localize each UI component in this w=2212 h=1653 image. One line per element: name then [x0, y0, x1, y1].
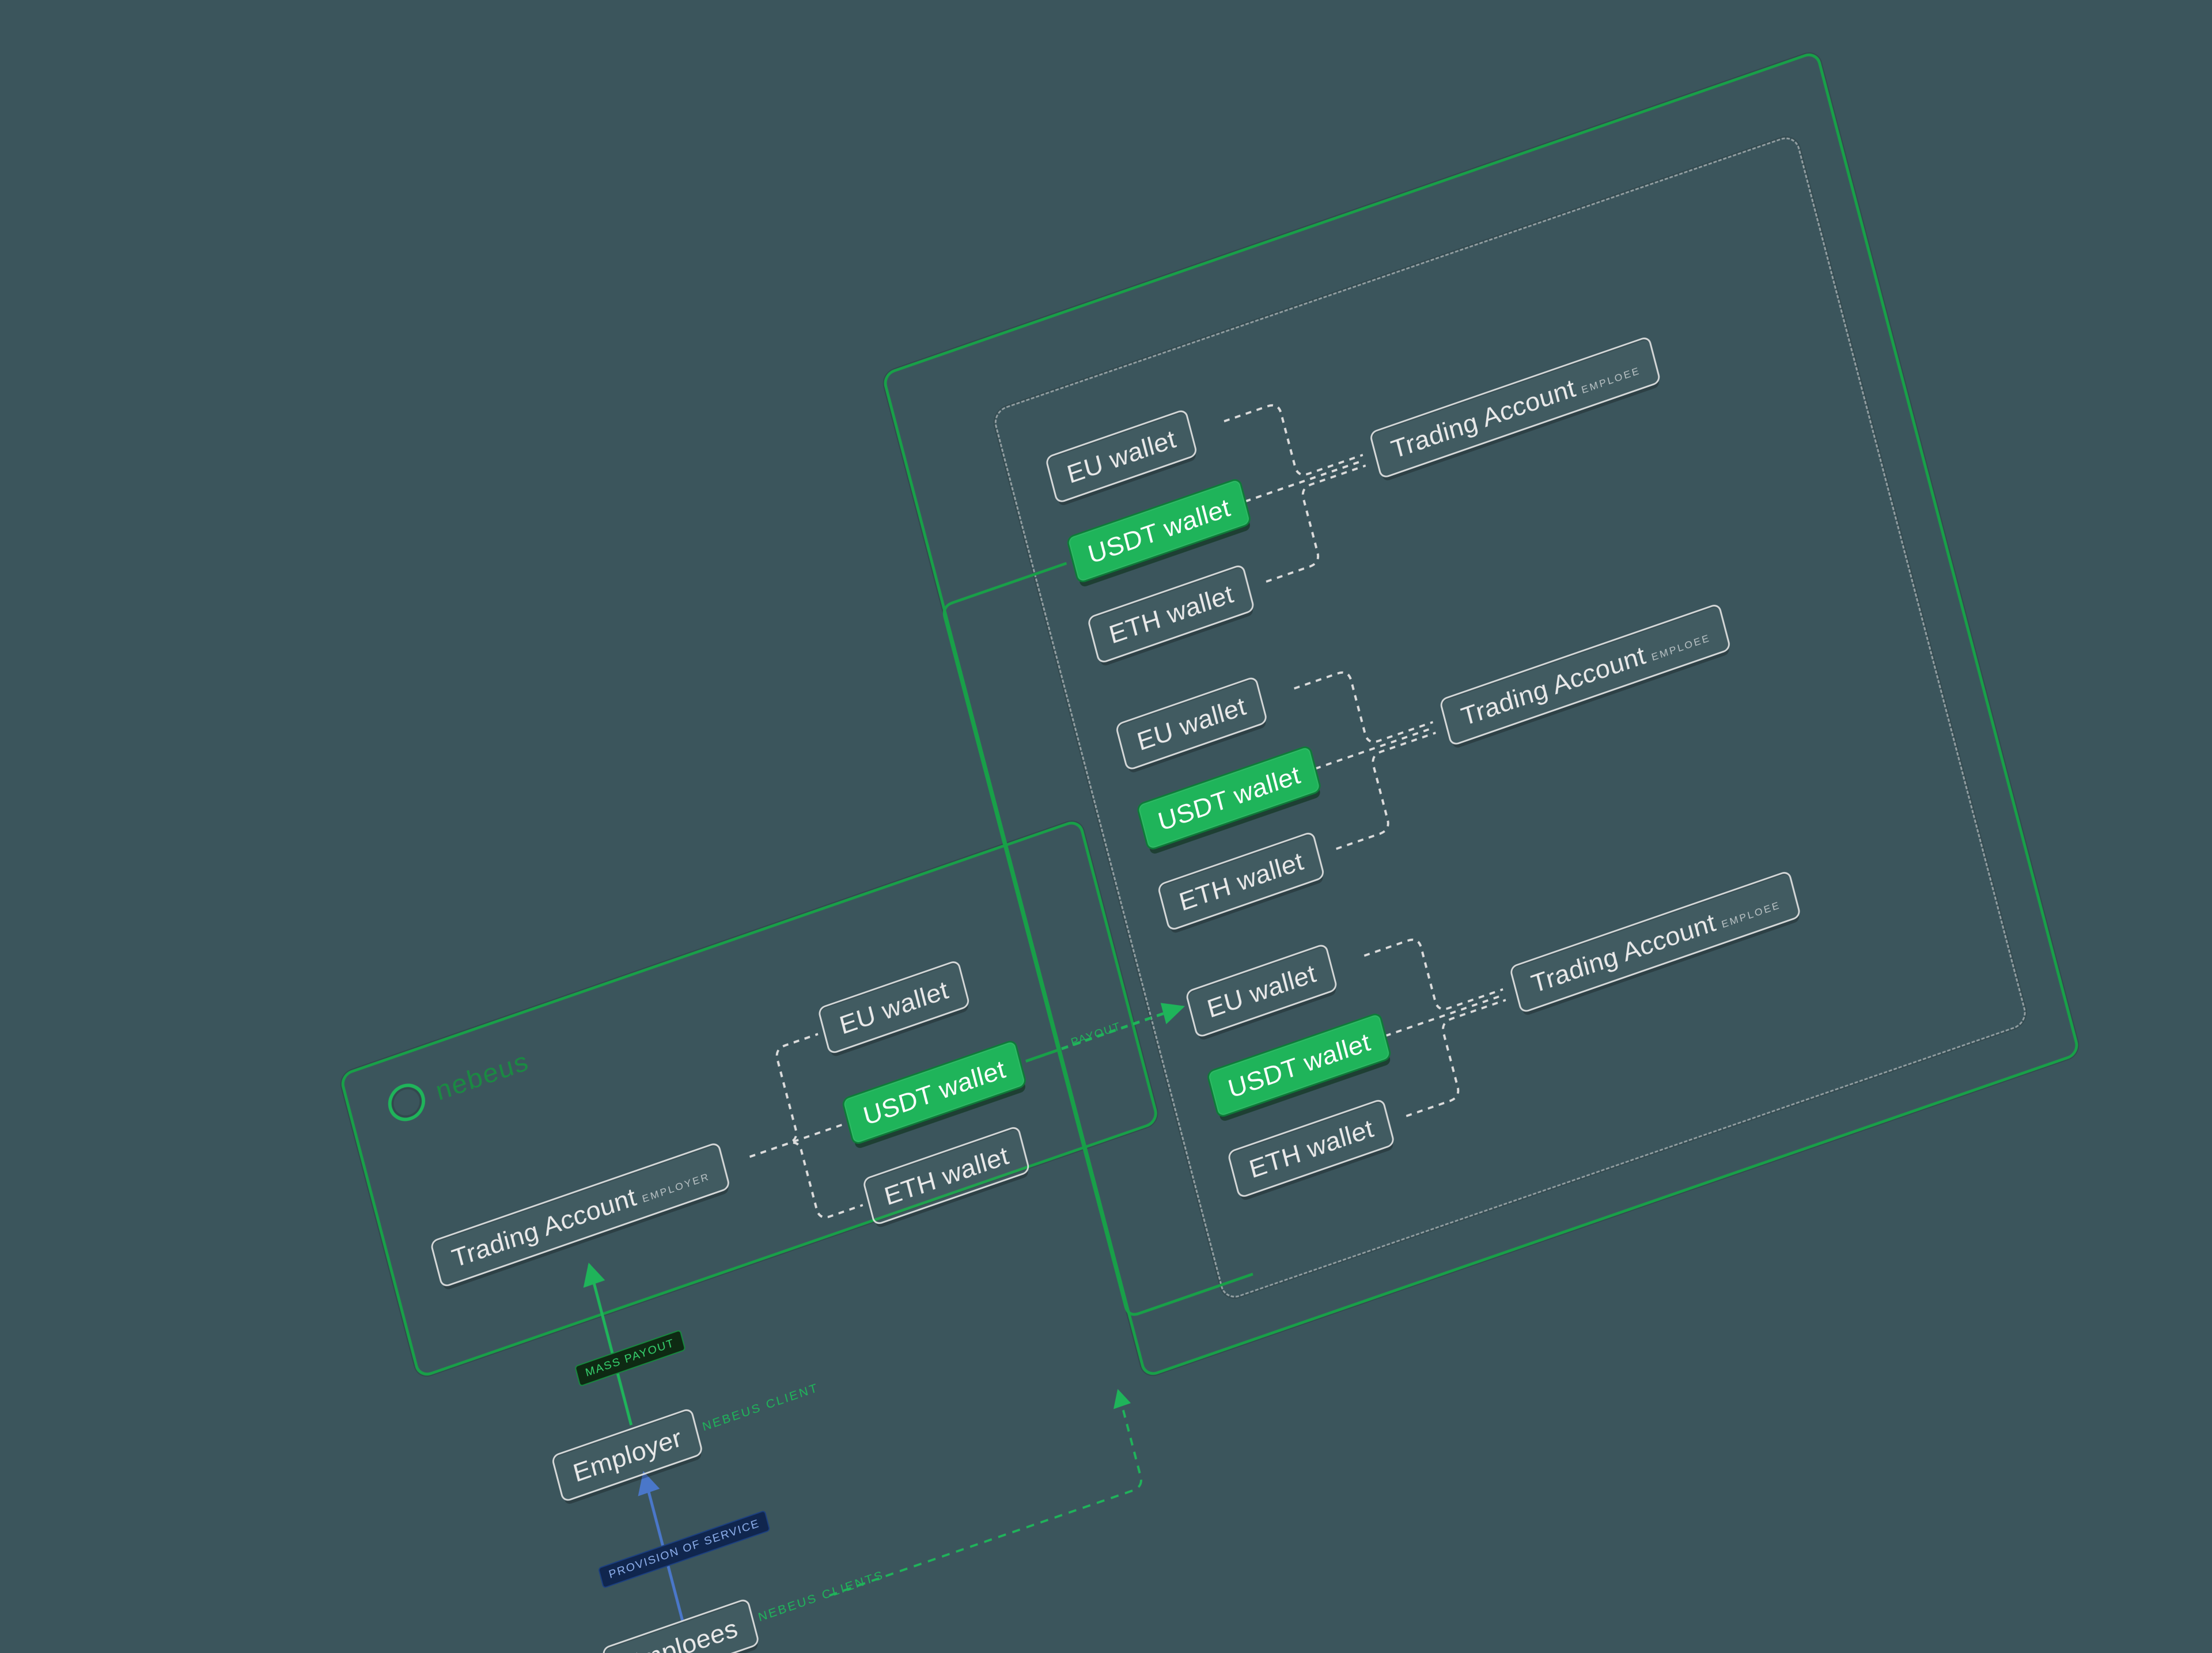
node-sub: EMPLOEE: [1650, 632, 1712, 664]
node-label: ETH wallet: [1176, 846, 1306, 917]
employer-eth-wallet: ETH wallet: [862, 1125, 1031, 1226]
emp2-eu-wallet: EU wallet: [1115, 676, 1268, 771]
employer-usdt-wallet: USDT wallet: [841, 1038, 1028, 1146]
emp1-usdt-wallet: USDT wallet: [1066, 477, 1252, 584]
node-label: EU wallet: [836, 974, 952, 1040]
emp3-eth-wallet: ETH wallet: [1227, 1098, 1396, 1199]
brand-name: nebeus: [433, 1045, 532, 1106]
emp2-eth-wallet: ETH wallet: [1157, 831, 1325, 932]
node-label: Trading Account: [1458, 639, 1649, 731]
emp2-trading: Trading Account EMPLOEE: [1439, 602, 1732, 746]
node-label: Trading Account: [449, 1181, 639, 1273]
node-label: ETH wallet: [1246, 1113, 1377, 1184]
brand-ring-icon: [384, 1079, 429, 1127]
node-label: Emploees: [620, 1613, 741, 1653]
emp3-eu-wallet: EU wallet: [1185, 943, 1338, 1038]
employer-actor: Employer: [551, 1407, 704, 1503]
emp1-eu-wallet: EU wallet: [1044, 408, 1198, 504]
employees-actor: Emploees: [601, 1598, 760, 1653]
emp3-usdt-wallet: USDT wallet: [1206, 1011, 1392, 1119]
node-sub: EMPLOEE: [1720, 899, 1782, 931]
wire-layer: [206, 60, 2212, 1653]
node-label: EU wallet: [1064, 423, 1179, 490]
node-label: Trading Account: [1528, 907, 1719, 999]
brand-logo: nebeus: [384, 1042, 533, 1126]
node-label: USDT wallet: [1225, 1026, 1373, 1104]
node-label: USDT wallet: [1155, 759, 1304, 837]
emp1-eth-wallet: ETH wallet: [1086, 563, 1255, 665]
tag-mass-payout: MASS PAYOUT: [574, 1329, 685, 1387]
emp2-usdt-wallet: USDT wallet: [1136, 744, 1323, 851]
employer-actor-sub: NEBEUS CLIENT: [701, 1380, 820, 1434]
node-label: Employer: [570, 1422, 684, 1488]
node-label: USDT wallet: [860, 1053, 1009, 1131]
employer-eu-wallet: EU wallet: [817, 959, 970, 1055]
node-label: EU wallet: [1204, 958, 1319, 1024]
node-sub: EMPLOEE: [1580, 365, 1642, 396]
node-sub: EMPLOYER: [641, 1170, 711, 1205]
node-label: Trading Account: [1388, 372, 1578, 464]
tag-payout: PAYOUT: [1070, 1020, 1122, 1049]
node-label: ETH wallet: [1106, 578, 1237, 650]
emp3-trading: Trading Account EMPLOEE: [1509, 870, 1801, 1014]
node-label: EU wallet: [1134, 691, 1249, 757]
emp1-trading: Trading Account EMPLOEE: [1369, 335, 1661, 479]
employees-actor-sub: NEBEUS CLIENTS: [757, 1567, 886, 1624]
employer-trading-account: Trading Account EMPLOYER: [430, 1141, 731, 1288]
node-label: USDT wallet: [1085, 492, 1233, 570]
node-label: ETH wallet: [881, 1140, 1012, 1211]
tag-provision: PROVISION OF SERVICE: [598, 1510, 771, 1588]
